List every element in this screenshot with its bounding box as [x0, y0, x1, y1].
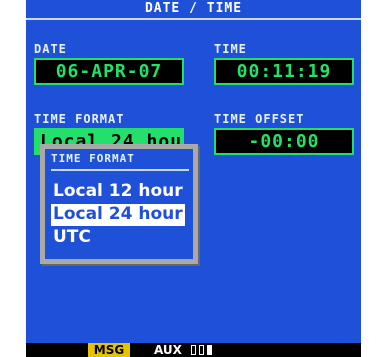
page-title: DATE / TIME: [144, 1, 243, 16]
status-bar: MSG AUX: [26, 343, 361, 357]
page-indicator-2: [199, 345, 204, 355]
time-format-popup: TIME FORMAT Local 12 hour Local 24 hour …: [40, 144, 198, 264]
page-indicator-1: [191, 345, 196, 355]
msg-indicator[interactable]: MSG: [88, 343, 130, 357]
aux-page-label: AUX: [154, 343, 182, 357]
time-field[interactable]: 00:11:19: [214, 58, 354, 85]
gps-screen: DATE / TIME DATE 06-APR-07 TIME 00:11:19…: [26, 0, 361, 357]
date-field[interactable]: 06-APR-07: [34, 58, 184, 85]
popup-divider: [51, 169, 189, 171]
popup-title: TIME FORMAT: [51, 152, 135, 165]
title-divider: [26, 18, 361, 20]
time-offset-label: TIME OFFSET: [214, 112, 305, 126]
option-local-24-hour[interactable]: Local 24 hour: [51, 204, 185, 226]
page-indicator-3: [207, 345, 212, 355]
time-format-label: TIME FORMAT: [34, 112, 125, 126]
option-local-12-hour[interactable]: Local 12 hour: [51, 181, 185, 203]
time-offset-field[interactable]: -00:00: [214, 128, 354, 155]
time-label: TIME: [214, 42, 247, 56]
option-utc[interactable]: UTC: [51, 227, 93, 249]
date-label: DATE: [34, 42, 67, 56]
